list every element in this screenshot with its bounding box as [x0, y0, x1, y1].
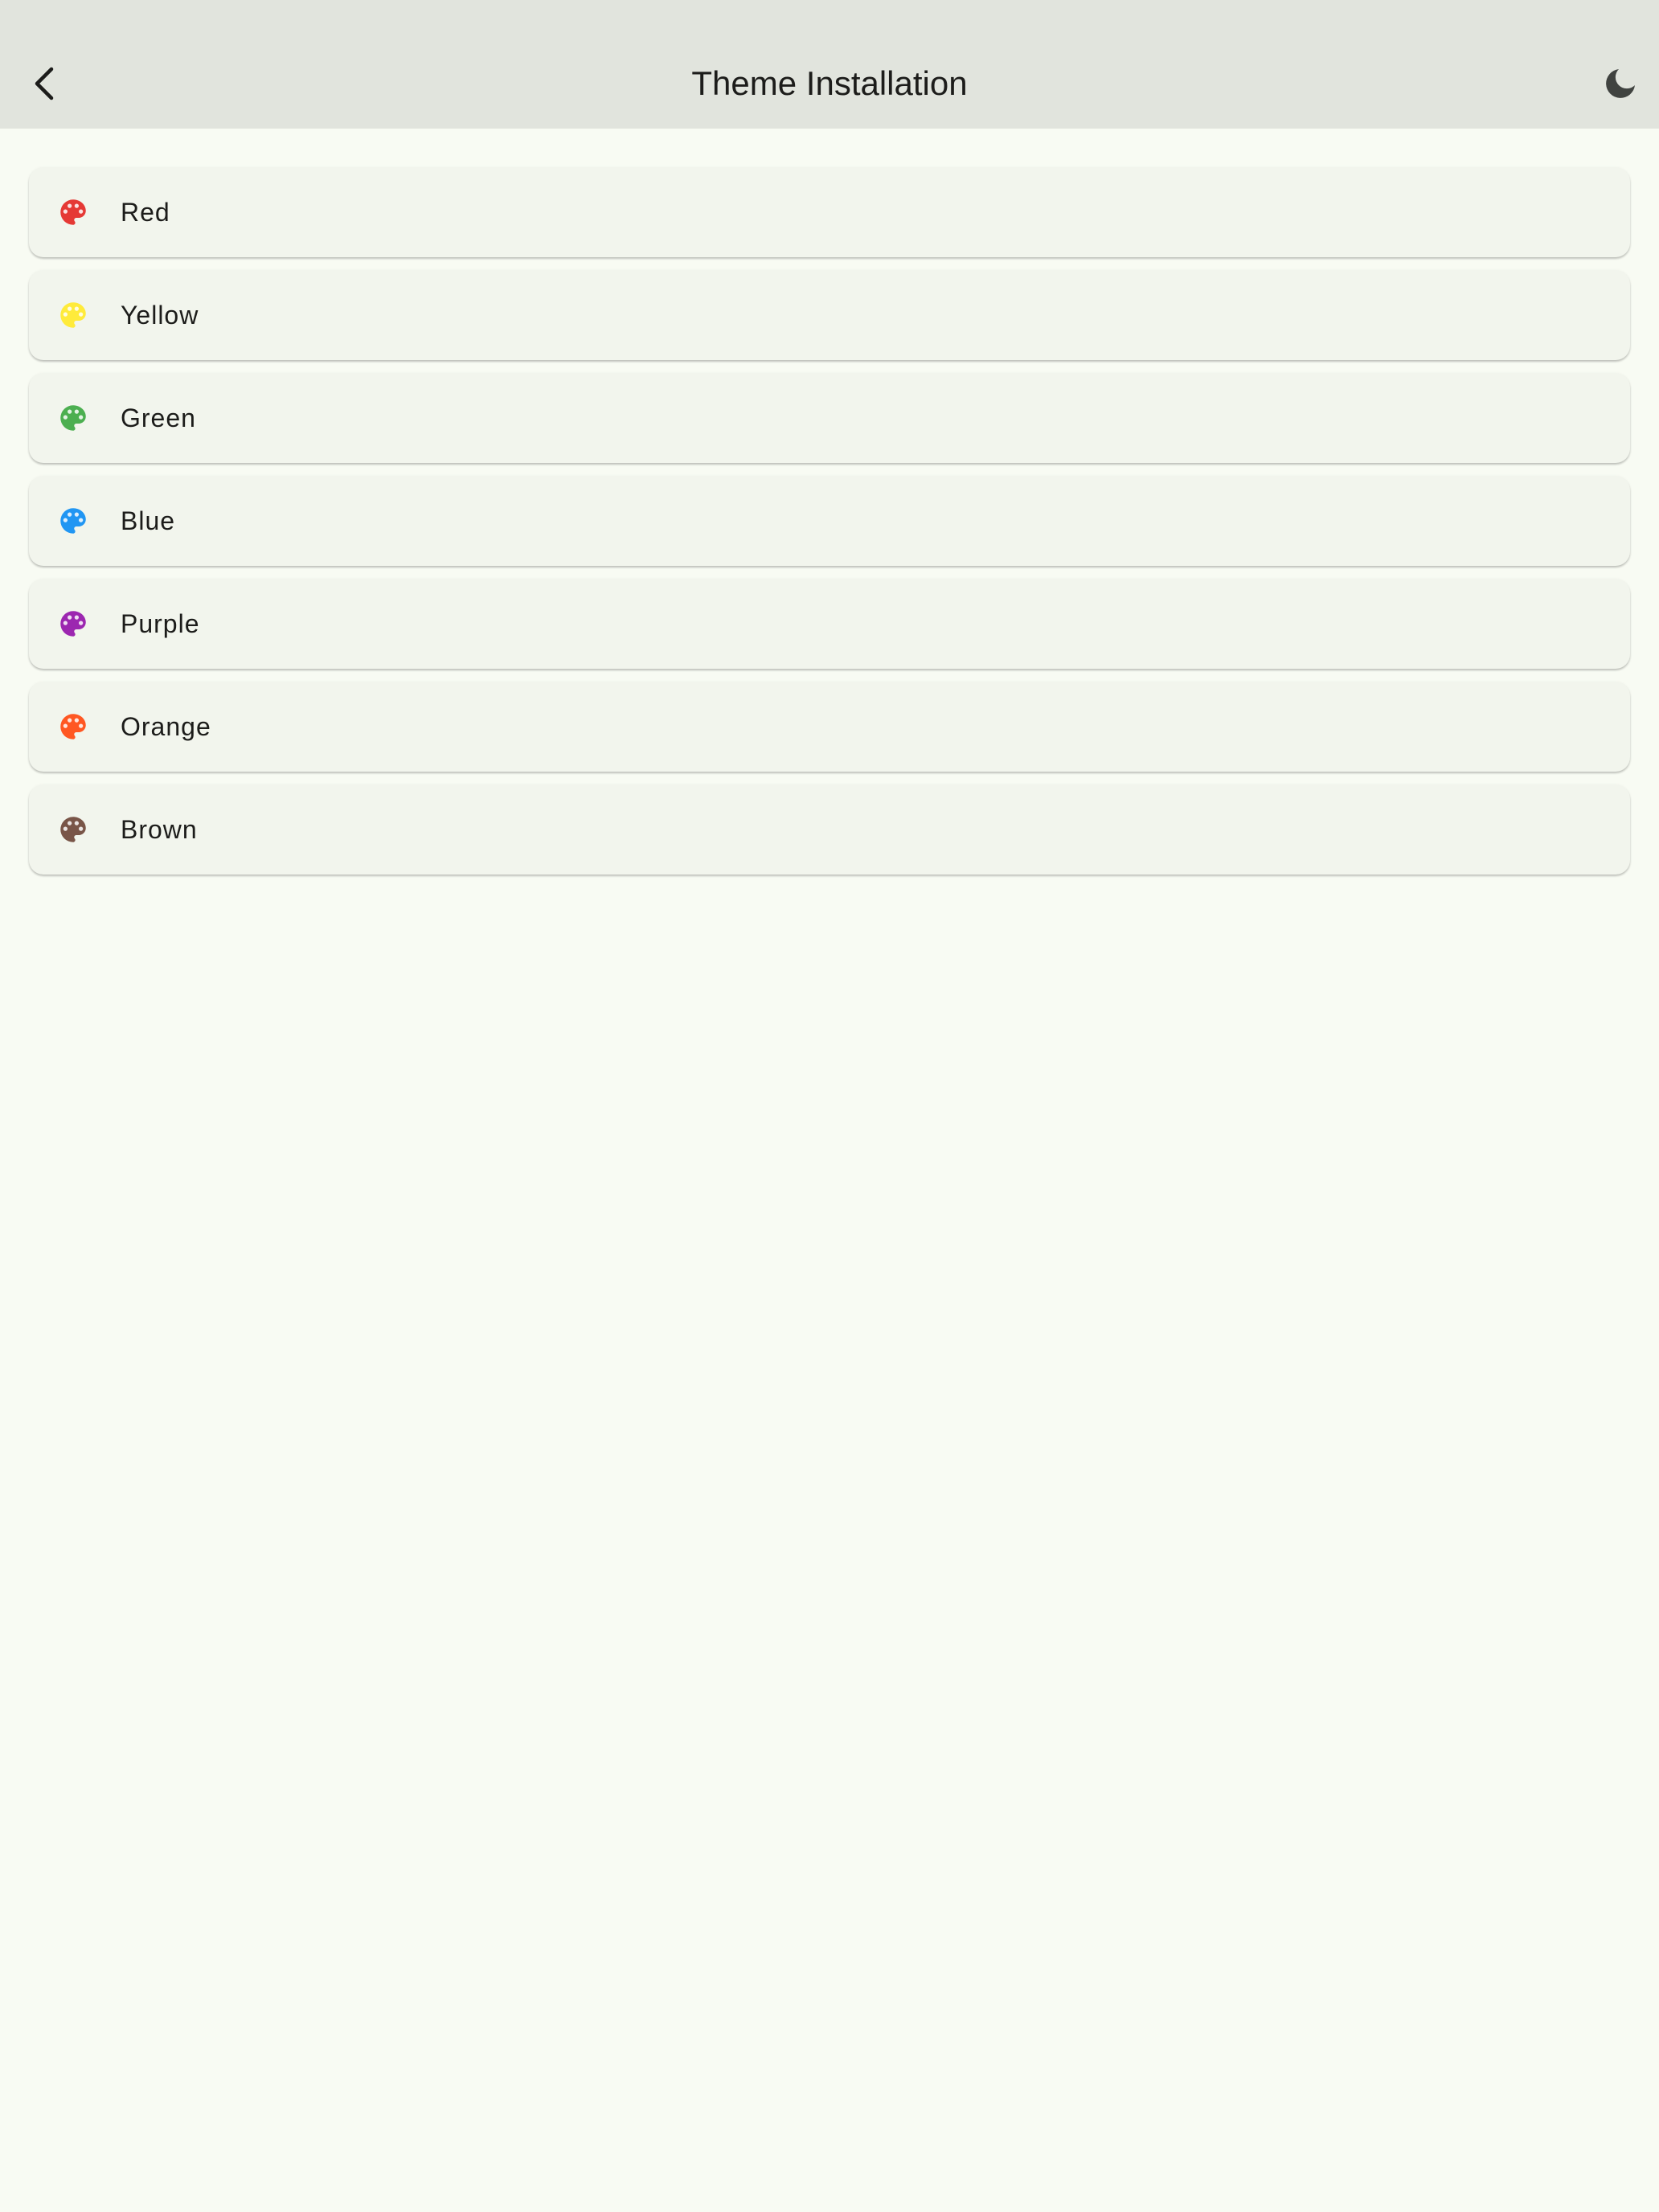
theme-item[interactable]: Purple [29, 579, 1630, 669]
theme-label: Red [121, 197, 170, 227]
theme-item[interactable]: Brown [29, 784, 1630, 875]
theme-label: Yellow [121, 300, 199, 330]
palette-icon [56, 298, 90, 332]
theme-item[interactable]: Green [29, 373, 1630, 463]
palette-icon [56, 504, 90, 538]
theme-item[interactable]: Blue [29, 476, 1630, 566]
dark-mode-toggle-button[interactable] [1595, 55, 1646, 113]
theme-label: Orange [121, 711, 211, 741]
theme-label: Blue [121, 506, 176, 535]
app-bar: Theme Installation [0, 0, 1659, 129]
moon-icon [1606, 69, 1635, 98]
theme-label: Purple [121, 608, 200, 638]
page-title: Theme Installation [691, 64, 968, 102]
palette-icon [56, 710, 90, 743]
palette-icon [56, 401, 90, 435]
theme-item[interactable]: Yellow [29, 270, 1630, 360]
theme-item[interactable]: Red [29, 167, 1630, 257]
theme-label: Brown [121, 814, 198, 844]
theme-item[interactable]: Orange [29, 682, 1630, 772]
palette-icon [56, 813, 90, 846]
palette-icon [56, 195, 90, 229]
theme-label: Green [121, 403, 196, 432]
palette-icon [56, 607, 90, 641]
theme-list: Red Yellow Green Blue Purple Orange Brow… [29, 167, 1630, 887]
